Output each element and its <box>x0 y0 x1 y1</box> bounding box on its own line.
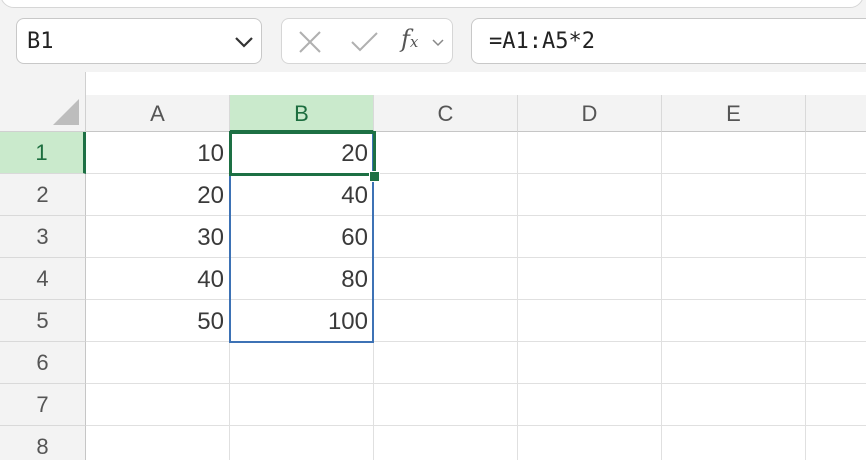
name-box[interactable]: B1 <box>16 18 262 64</box>
column-header-next[interactable] <box>806 95 866 132</box>
window-top-strip <box>0 0 864 8</box>
gridline <box>805 132 806 460</box>
name-box-value[interactable]: B1 <box>27 19 54 65</box>
column-header-e[interactable]: E <box>662 95 806 132</box>
gridline <box>661 132 662 460</box>
formula-controls: fx <box>281 18 453 64</box>
select-all-triangle-icon[interactable] <box>53 99 79 125</box>
gridline <box>86 425 866 426</box>
column-header-a[interactable]: A <box>86 95 230 132</box>
formula-text[interactable]: =A1:A5*2 <box>489 19 595 65</box>
insert-function-icon[interactable]: fx <box>401 25 418 53</box>
active-cell-border <box>229 131 376 176</box>
row-header-8[interactable]: 8 <box>0 426 86 460</box>
formula-bar[interactable]: =A1:A5*2 <box>471 18 866 64</box>
worksheet-grid: A B C D E 1 2 3 4 5 6 7 8 10 20 30 40 50… <box>0 72 866 460</box>
select-all-button[interactable] <box>0 72 86 132</box>
column-header-b[interactable]: B <box>230 95 374 132</box>
row-header-1[interactable]: 1 <box>0 132 86 174</box>
column-header-c[interactable]: C <box>374 95 518 132</box>
chevron-down-icon[interactable] <box>233 32 255 52</box>
cell-a1[interactable]: 10 <box>86 132 230 174</box>
column-header-d[interactable]: D <box>518 95 662 132</box>
cell-a5[interactable]: 50 <box>86 300 230 342</box>
cancel-icon[interactable] <box>296 30 324 54</box>
chevron-down-icon[interactable] <box>432 37 444 47</box>
row-header-4[interactable]: 4 <box>0 258 86 300</box>
enter-check-icon[interactable] <box>350 30 378 54</box>
cell-a4[interactable]: 40 <box>86 258 230 300</box>
row-header-5[interactable]: 5 <box>0 300 86 342</box>
gridline <box>86 383 866 384</box>
gridline <box>517 132 518 460</box>
row-header-2[interactable]: 2 <box>0 174 86 216</box>
row-header-7[interactable]: 7 <box>0 384 86 426</box>
cell-a2[interactable]: 20 <box>86 174 230 216</box>
cell-a3[interactable]: 30 <box>86 216 230 258</box>
fill-handle[interactable] <box>369 171 380 182</box>
row-header-3[interactable]: 3 <box>0 216 86 258</box>
row-header-6[interactable]: 6 <box>0 342 86 384</box>
